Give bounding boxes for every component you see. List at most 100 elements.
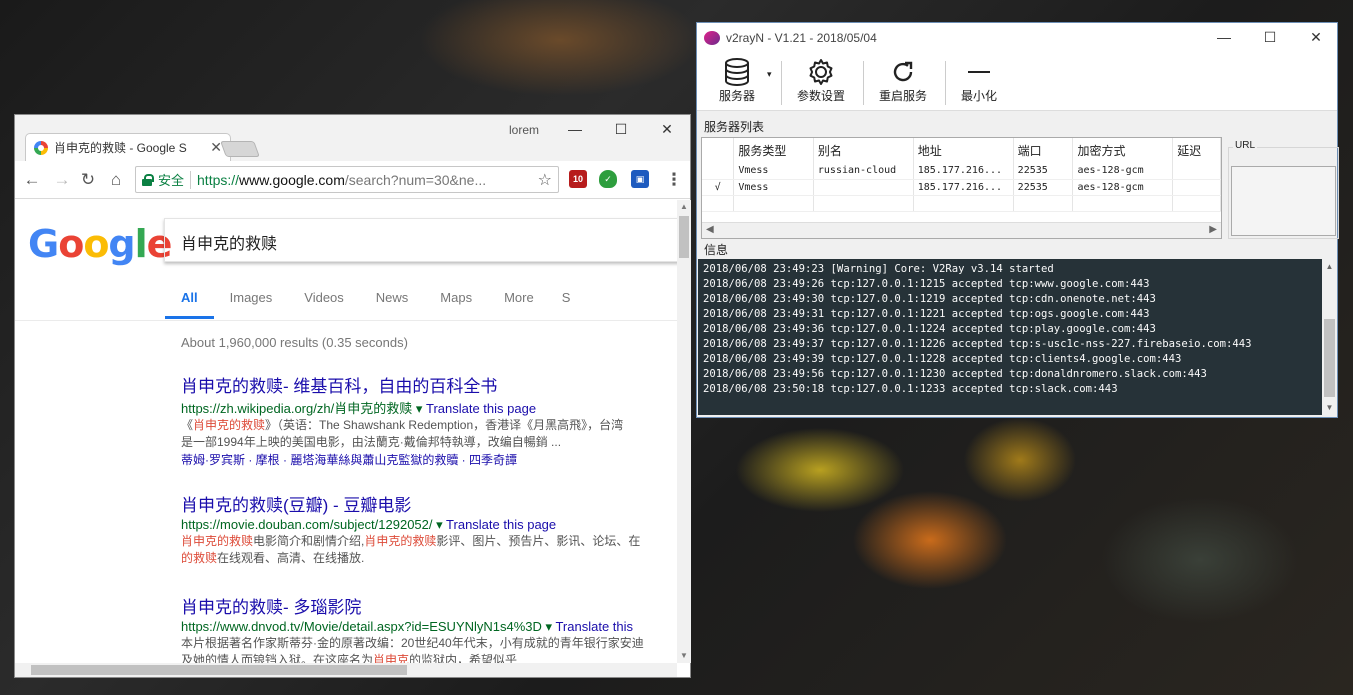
extension-badge-icon[interactable]: 10 [569,170,587,188]
maximize-icon[interactable]: ☐ [598,121,644,138]
chrome-menu-icon[interactable]: ⋮ [663,170,685,190]
result-url-text: https://www.dnvod.tv/Movie/detail.aspx?i… [181,619,542,634]
tab-settings-truncated[interactable]: S [550,282,587,319]
servers-label: 服务器 [718,89,755,103]
back-arrow-icon[interactable]: ← [21,170,43,190]
home-icon[interactable]: ⌂ [105,170,127,190]
horizontal-scrollbar[interactable] [15,663,677,677]
row-port: 22535 [1013,163,1074,180]
column-header-encryption[interactable]: 加密方式 [1072,138,1174,163]
scroll-up-icon[interactable]: ▲ [677,200,691,214]
google-logo[interactable]: Google [28,222,172,266]
column-header-address[interactable]: 地址 [913,138,1014,163]
result-title-link[interactable]: 肖申克的救赎- 多瑙影院 [181,593,677,618]
reload-icon[interactable]: ↻ [77,170,99,190]
v2rayn-titlebar[interactable]: v2rayN - V1.21 - 2018/05/04 — ☐ ✕ [697,23,1337,53]
log-line: 2018/06/08 23:49:23 [Warning] Core: V2Ra… [703,263,1054,275]
log-line: 2018/06/08 23:49:37 tcp:127.0.0.1:1226 a… [703,338,1252,350]
result-title-link[interactable]: 肖申克的救赎- 维基百科，自由的百科全书 [181,372,677,397]
result-stats: About 1,960,000 results (0.35 seconds) [181,335,408,350]
profile-name[interactable]: lorem [509,123,539,137]
scrollbar-thumb[interactable] [1324,319,1335,397]
save-extension-icon[interactable]: ▣ [631,170,649,188]
row-address: 185.177.216... [913,163,1014,180]
shield-extension-icon[interactable]: ✓ [599,170,617,188]
dropdown-arrow-icon[interactable]: ▾ [416,401,423,416]
result-title-link[interactable]: 肖申克的救赎(豆瓣) - 豆瓣电影 [181,491,677,516]
scroll-up-icon[interactable]: ▲ [1322,259,1337,274]
url-path: /search?num=30&ne... [344,171,487,188]
snippet-text: 》（英语：The Shawshank Redemption，香港译《月黑高飛》，… [265,418,624,432]
minimize-to-tray-button[interactable]: 最小化 [957,57,1001,104]
lock-icon [142,173,154,186]
address-bar[interactable]: 安全 https://www.google.com/search?num=30&… [135,166,559,193]
url-text[interactable]: https://www.google.com/search?num=30&ne.… [197,172,532,188]
log-output[interactable]: 2018/06/08 23:49:23 [Warning] Core: V2Ra… [698,259,1322,415]
minimize-icon[interactable]: — [1201,29,1247,46]
row-address: 185.177.216... [913,179,1014,196]
translate-link[interactable]: Translate this page [426,401,536,416]
tab-images[interactable]: Images [214,282,289,319]
window-title: v2rayN - V1.21 - 2018/05/04 [726,31,877,45]
settings-button[interactable]: 参数设置 [793,57,849,104]
tab-all[interactable]: All [165,282,214,319]
column-header-delay[interactable]: 延迟 [1172,138,1221,163]
close-icon[interactable]: ✕ [1293,29,1339,46]
table-row [702,195,1221,212]
scroll-left-icon[interactable]: ◀ [706,224,714,235]
restart-service-button[interactable]: 重启服务 [875,57,931,104]
v2rayn-toolbar: 服务器 ▾ 参数设置 重启服务 最小化 [697,53,1337,111]
scrollbar-thumb[interactable] [679,216,689,258]
minimize-icon[interactable]: — [552,121,598,138]
translate-link[interactable]: Translate this [555,619,633,634]
column-header-alias[interactable]: 别名 [813,138,914,163]
table-row[interactable]: Vmess russian-cloud 185.177.216... 22535… [702,163,1221,180]
servers-dropdown-icon[interactable]: ▾ [767,69,772,80]
chrome-titlebar[interactable]: 肖申克的救赎 - Google S ✕ lorem — ☐ ✕ [15,115,690,161]
tab-videos[interactable]: Videos [288,282,360,319]
url-group: URL [1228,140,1339,239]
scroll-down-icon[interactable]: ▼ [1322,400,1337,415]
gear-icon [793,57,849,87]
result-sitelinks[interactable]: 蒂姆·罗宾斯 · 摩根 · 麗塔海華絲與蕭山克監獄的救贖 · 四季奇譚 [181,451,677,468]
browser-tab[interactable]: 肖申克的救赎 - Google S ✕ [25,133,231,161]
tab-maps[interactable]: Maps [424,282,488,319]
v2rayn-window-controls: — ☐ ✕ [1201,29,1339,46]
dropdown-arrow-icon[interactable]: ▾ [546,619,553,634]
tabs-divider [15,320,677,321]
table-row[interactable]: √ Vmess 185.177.216... 22535 aes-128-gcm [702,179,1221,196]
column-header-port[interactable]: 端口 [1013,138,1074,163]
bookmark-star-icon[interactable]: ☆ [538,170,552,190]
log-line: 2018/06/08 23:49:31 tcp:127.0.0.1:1221 a… [703,308,1150,320]
scrollbar-thumb[interactable] [31,665,407,675]
url-host: www.google.com [239,171,345,188]
log-scrollbar[interactable]: ▲ ▼ [1322,259,1337,415]
tab-title: 肖申克的救赎 - Google S [54,141,187,155]
url-scheme: https:// [197,171,240,188]
search-tabs: All Images Videos News Maps More S [165,282,586,319]
snippet-highlight: 肖申克的救赎 [193,418,266,432]
server-list[interactable]: 服务类型 别名 地址 端口 加密方式 延迟 Vmess russian-clou… [701,137,1222,239]
snippet-highlight: 的救赎 [181,551,218,565]
maximize-icon[interactable]: ☐ [1247,29,1293,46]
list-horizontal-scrollbar[interactable]: ◀ ▶ [702,222,1221,238]
column-header-mark[interactable] [702,138,735,163]
column-header-type[interactable]: 服务类型 [733,138,814,163]
log-line: 2018/06/08 23:49:36 tcp:127.0.0.1:1224 a… [703,323,1156,335]
tab-more[interactable]: More [488,282,550,319]
vertical-scrollbar[interactable]: ▲ ▼ [677,200,691,663]
scroll-down-icon[interactable]: ▼ [677,649,691,663]
translate-link[interactable]: Translate this page [446,517,556,532]
close-icon[interactable]: ✕ [644,121,690,138]
scroll-right-icon[interactable]: ▶ [1209,224,1217,235]
dropdown-arrow-icon[interactable]: ▾ [436,517,443,532]
snippet-text: 及她的情人而锒铛入狱。在这座名为 [181,653,374,663]
search-input[interactable]: 肖申克的救赎 [164,218,677,262]
tab-news[interactable]: News [360,282,425,319]
server-list-label: 服务器列表 [704,120,765,134]
omnibox-divider [190,170,192,189]
forward-arrow-icon[interactable]: → [51,170,73,190]
result-snippet: 及她的情人而锒铛入狱。在这座名为肖申克的监狱内，希望似乎 [181,652,677,663]
servers-button[interactable]: 服务器 [715,57,759,104]
new-tab-button[interactable] [220,141,260,157]
